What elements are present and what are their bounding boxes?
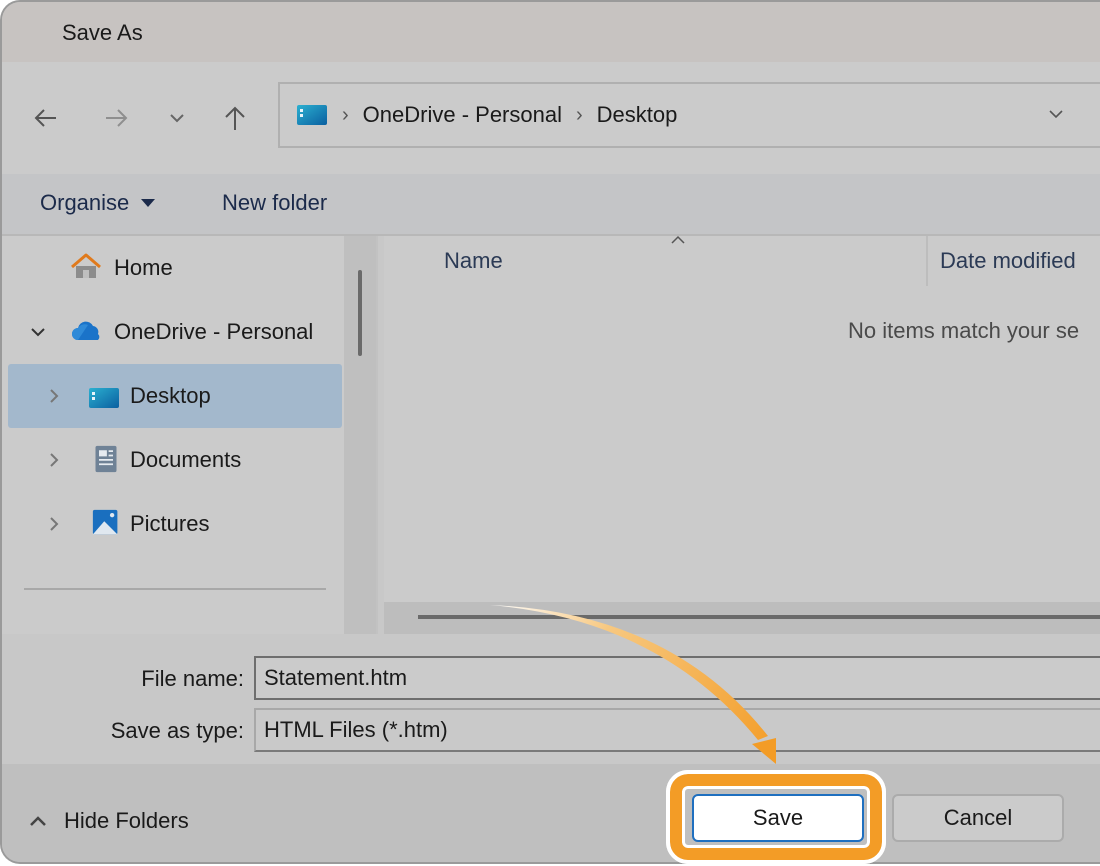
sidebar-label: OneDrive - Personal — [114, 319, 314, 344]
column-divider[interactable] — [926, 236, 928, 286]
window-title: Save As — [62, 20, 143, 45]
chevron-down-icon — [1049, 110, 1063, 119]
arrow-up-icon — [225, 106, 245, 130]
sidebar-label: Documents — [130, 447, 242, 472]
expand-toggle[interactable] — [44, 514, 64, 534]
address-bar[interactable]: › OneDrive - Personal › Desktop — [278, 82, 1100, 148]
breadcrumb-separator: › — [342, 103, 349, 126]
back-button[interactable] — [26, 98, 66, 138]
sidebar-label: Desktop — [130, 383, 211, 408]
expand-toggle[interactable] — [44, 450, 64, 470]
save-button[interactable]: Save — [692, 794, 864, 842]
arrow-right-icon — [106, 109, 128, 127]
sidebar-label: Home — [114, 255, 173, 280]
desktop-folder-icon — [297, 105, 327, 125]
chevron-down-icon — [31, 328, 45, 337]
sidebar-item-documents[interactable]: Documents — [8, 428, 342, 492]
file-name-input[interactable]: Statement.htm — [254, 656, 1100, 700]
empty-folder-message: No items match your se — [848, 318, 1080, 343]
up-button[interactable] — [215, 98, 255, 138]
save-form: File name: Statement.htm Save as type: H… — [2, 634, 1100, 764]
forward-button[interactable] — [96, 98, 136, 138]
sidebar-scrollbar-thumb[interactable] — [358, 270, 362, 356]
arrow-left-icon — [34, 109, 56, 127]
hide-folders-label: Hide Folders — [64, 808, 189, 833]
home-icon — [71, 253, 101, 278]
save-as-dialog: Save As › OneDrive - Personal › Desktop — [0, 0, 1100, 864]
desktop-folder-icon — [89, 388, 119, 408]
file-list: Name Date modified No items match your s… — [384, 235, 1100, 634]
organise-menu-button[interactable]: Organise — [40, 190, 156, 216]
breadcrumb-desktop[interactable]: Desktop — [597, 102, 678, 128]
title-bar: Save As — [2, 2, 1100, 62]
sort-ascending-icon — [671, 235, 685, 244]
sidebar-divider — [24, 588, 326, 590]
dialog-footer: Hide Folders Save Cancel — [2, 764, 1100, 862]
column-header-name[interactable]: Name — [444, 248, 503, 274]
horizontal-scrollbar-thumb[interactable] — [418, 615, 1100, 619]
command-bar: Organise New folder — [2, 174, 1100, 236]
new-folder-button[interactable]: New folder — [222, 190, 327, 216]
sidebar-item-home[interactable]: Home — [8, 236, 342, 300]
recent-locations-button[interactable] — [157, 98, 197, 138]
sidebar-item-desktop[interactable]: Desktop — [8, 364, 342, 428]
pictures-icon — [92, 509, 118, 535]
save-as-type-select[interactable]: HTML Files (*.htm) — [254, 708, 1100, 752]
chevron-right-icon — [50, 517, 59, 531]
file-list-horizontal-scrollbar[interactable] — [384, 602, 1100, 634]
column-header-date-modified[interactable]: Date modified — [940, 248, 1076, 274]
caret-down-icon — [141, 199, 156, 207]
organise-label: Organise — [40, 190, 130, 215]
navigation-pane: Home OneDrive - Personal Desktop Documen… — [2, 236, 344, 634]
breadcrumb-onedrive[interactable]: OneDrive - Personal — [363, 102, 562, 128]
sidebar-item-pictures[interactable]: Pictures — [8, 492, 342, 556]
hide-folders-button[interactable]: Hide Folders — [28, 808, 189, 834]
cancel-button[interactable]: Cancel — [892, 794, 1064, 842]
chevron-up-icon — [30, 816, 46, 826]
expand-toggle[interactable] — [28, 322, 48, 342]
chevron-down-icon — [170, 114, 184, 123]
sidebar-label: Pictures — [130, 511, 210, 536]
navigation-bar: › OneDrive - Personal › Desktop — [2, 62, 1100, 174]
save-as-type-label: Save as type: — [110, 718, 244, 743]
breadcrumb-separator: › — [575, 103, 583, 126]
address-history-dropdown[interactable] — [1046, 104, 1066, 129]
onedrive-cloud-icon — [72, 321, 100, 340]
sidebar-scrollbar[interactable] — [344, 236, 376, 634]
sidebar-item-onedrive[interactable]: OneDrive - Personal — [8, 300, 342, 364]
expand-toggle[interactable] — [44, 386, 64, 406]
chevron-right-icon — [50, 453, 59, 467]
file-name-label: File name: — [141, 666, 244, 691]
new-folder-label: New folder — [222, 190, 328, 215]
chevron-right-icon — [50, 389, 59, 403]
documents-icon — [95, 445, 117, 473]
